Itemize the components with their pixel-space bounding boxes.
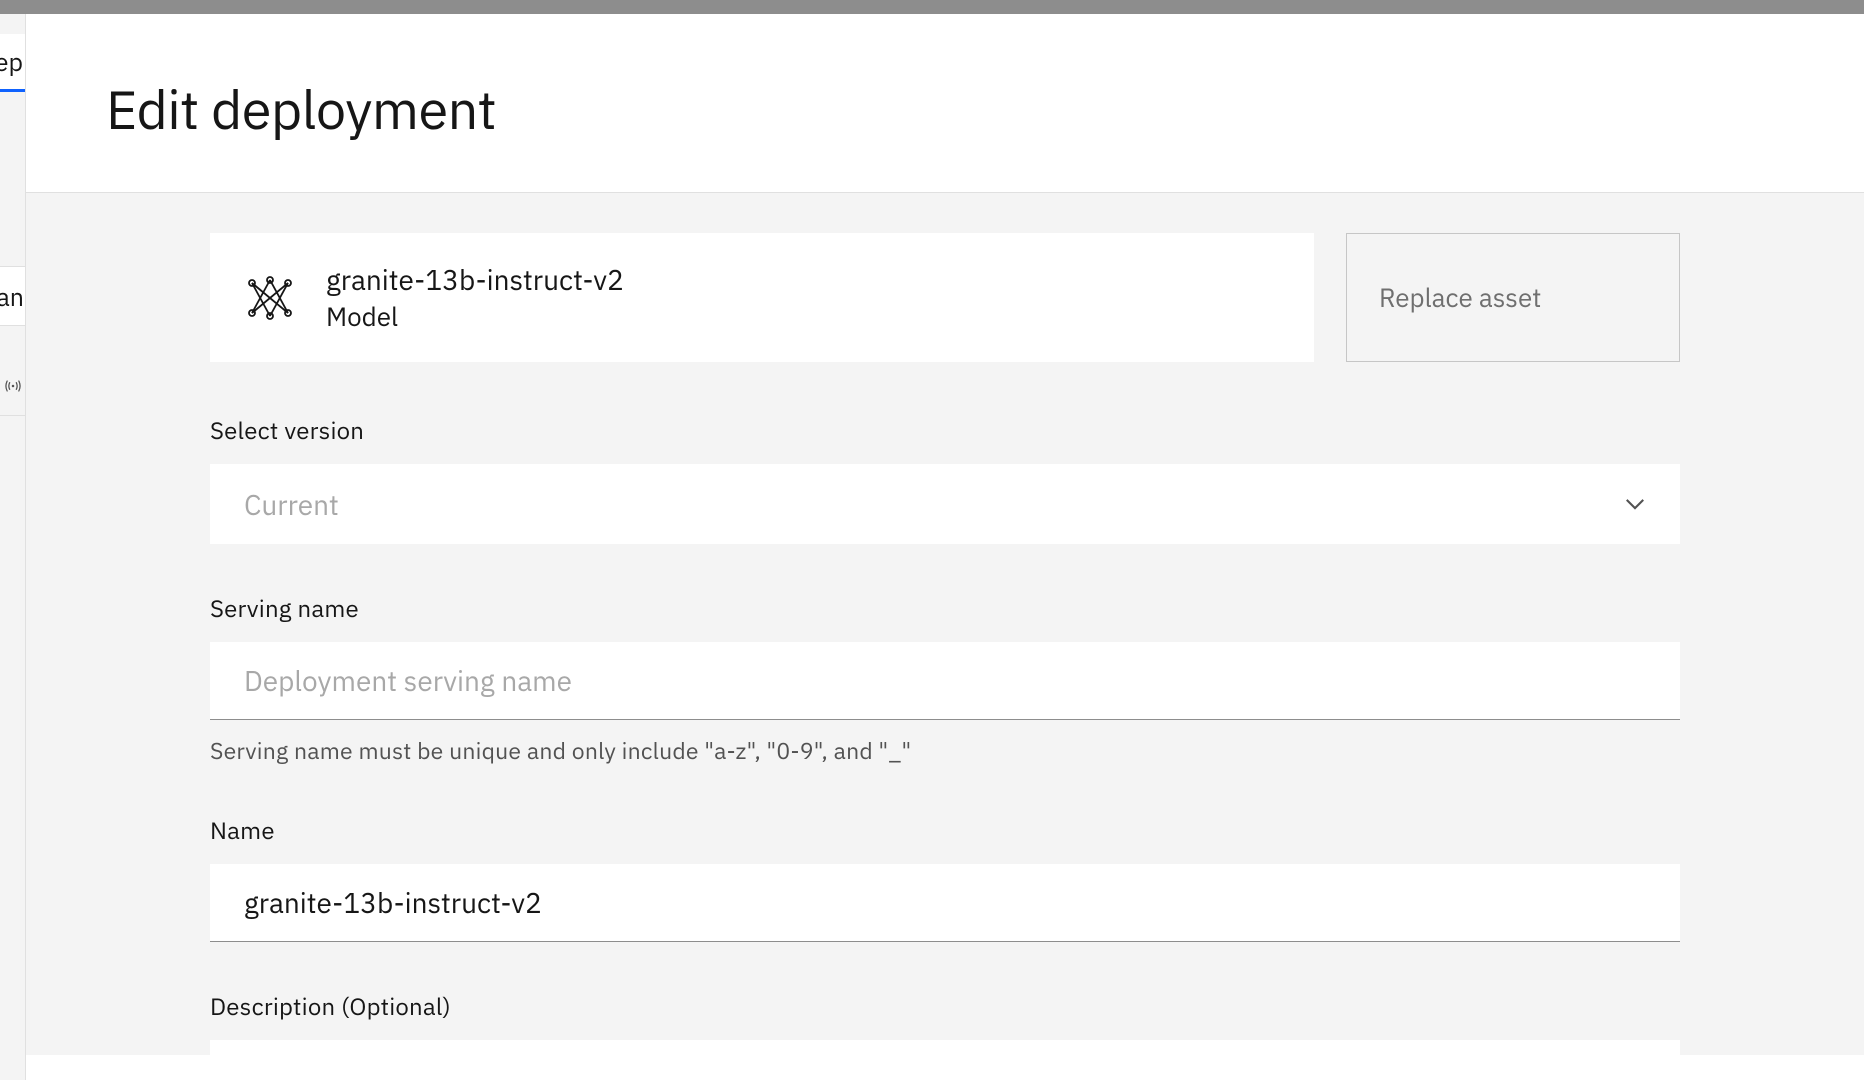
model-icon — [244, 272, 296, 324]
name-field: Name — [210, 814, 1680, 942]
replace-asset-button[interactable]: Replace asset — [1346, 233, 1680, 362]
name-label: Name — [210, 814, 1680, 846]
edit-deployment-modal: Edit deployment — [26, 14, 1864, 1080]
asset-text: granite-13b-instruct-v2 Model — [326, 261, 624, 334]
asset-card: granite-13b-instruct-v2 Model — [210, 233, 1314, 362]
version-label: Select version — [210, 414, 1680, 446]
serving-name-field: Serving name Serving name must be unique… — [210, 592, 1680, 766]
serving-name-helper: Serving name must be unique and only inc… — [210, 736, 1680, 766]
modal-body: granite-13b-instruct-v2 Model Replace as… — [26, 193, 1864, 1055]
asset-row: granite-13b-instruct-v2 Model Replace as… — [210, 233, 1680, 362]
description-label: Description (Optional) — [210, 990, 1680, 1022]
serving-name-label: Serving name — [210, 592, 1680, 624]
version-selected-value: Current — [244, 486, 1624, 523]
broadcast-icon — [3, 376, 23, 396]
description-field: Description (Optional) — [210, 990, 1680, 1055]
background-page-peek: ep an — [0, 14, 26, 1080]
asset-type: Model — [326, 300, 624, 334]
chevron-down-icon — [1624, 493, 1646, 515]
background-icon-fragment — [0, 356, 25, 416]
description-input[interactable] — [210, 1040, 1680, 1055]
background-tab-fragment: ep — [0, 34, 25, 92]
version-select[interactable]: Current — [210, 464, 1680, 544]
modal-backdrop — [0, 0, 1864, 14]
version-field: Select version Current — [210, 414, 1680, 544]
asset-name: granite-13b-instruct-v2 — [326, 261, 624, 298]
name-input[interactable] — [210, 864, 1680, 942]
background-row-fragment: an — [0, 266, 25, 326]
serving-name-input[interactable] — [210, 642, 1680, 720]
modal-header: Edit deployment — [26, 14, 1864, 193]
modal-title: Edit deployment — [106, 74, 1784, 144]
